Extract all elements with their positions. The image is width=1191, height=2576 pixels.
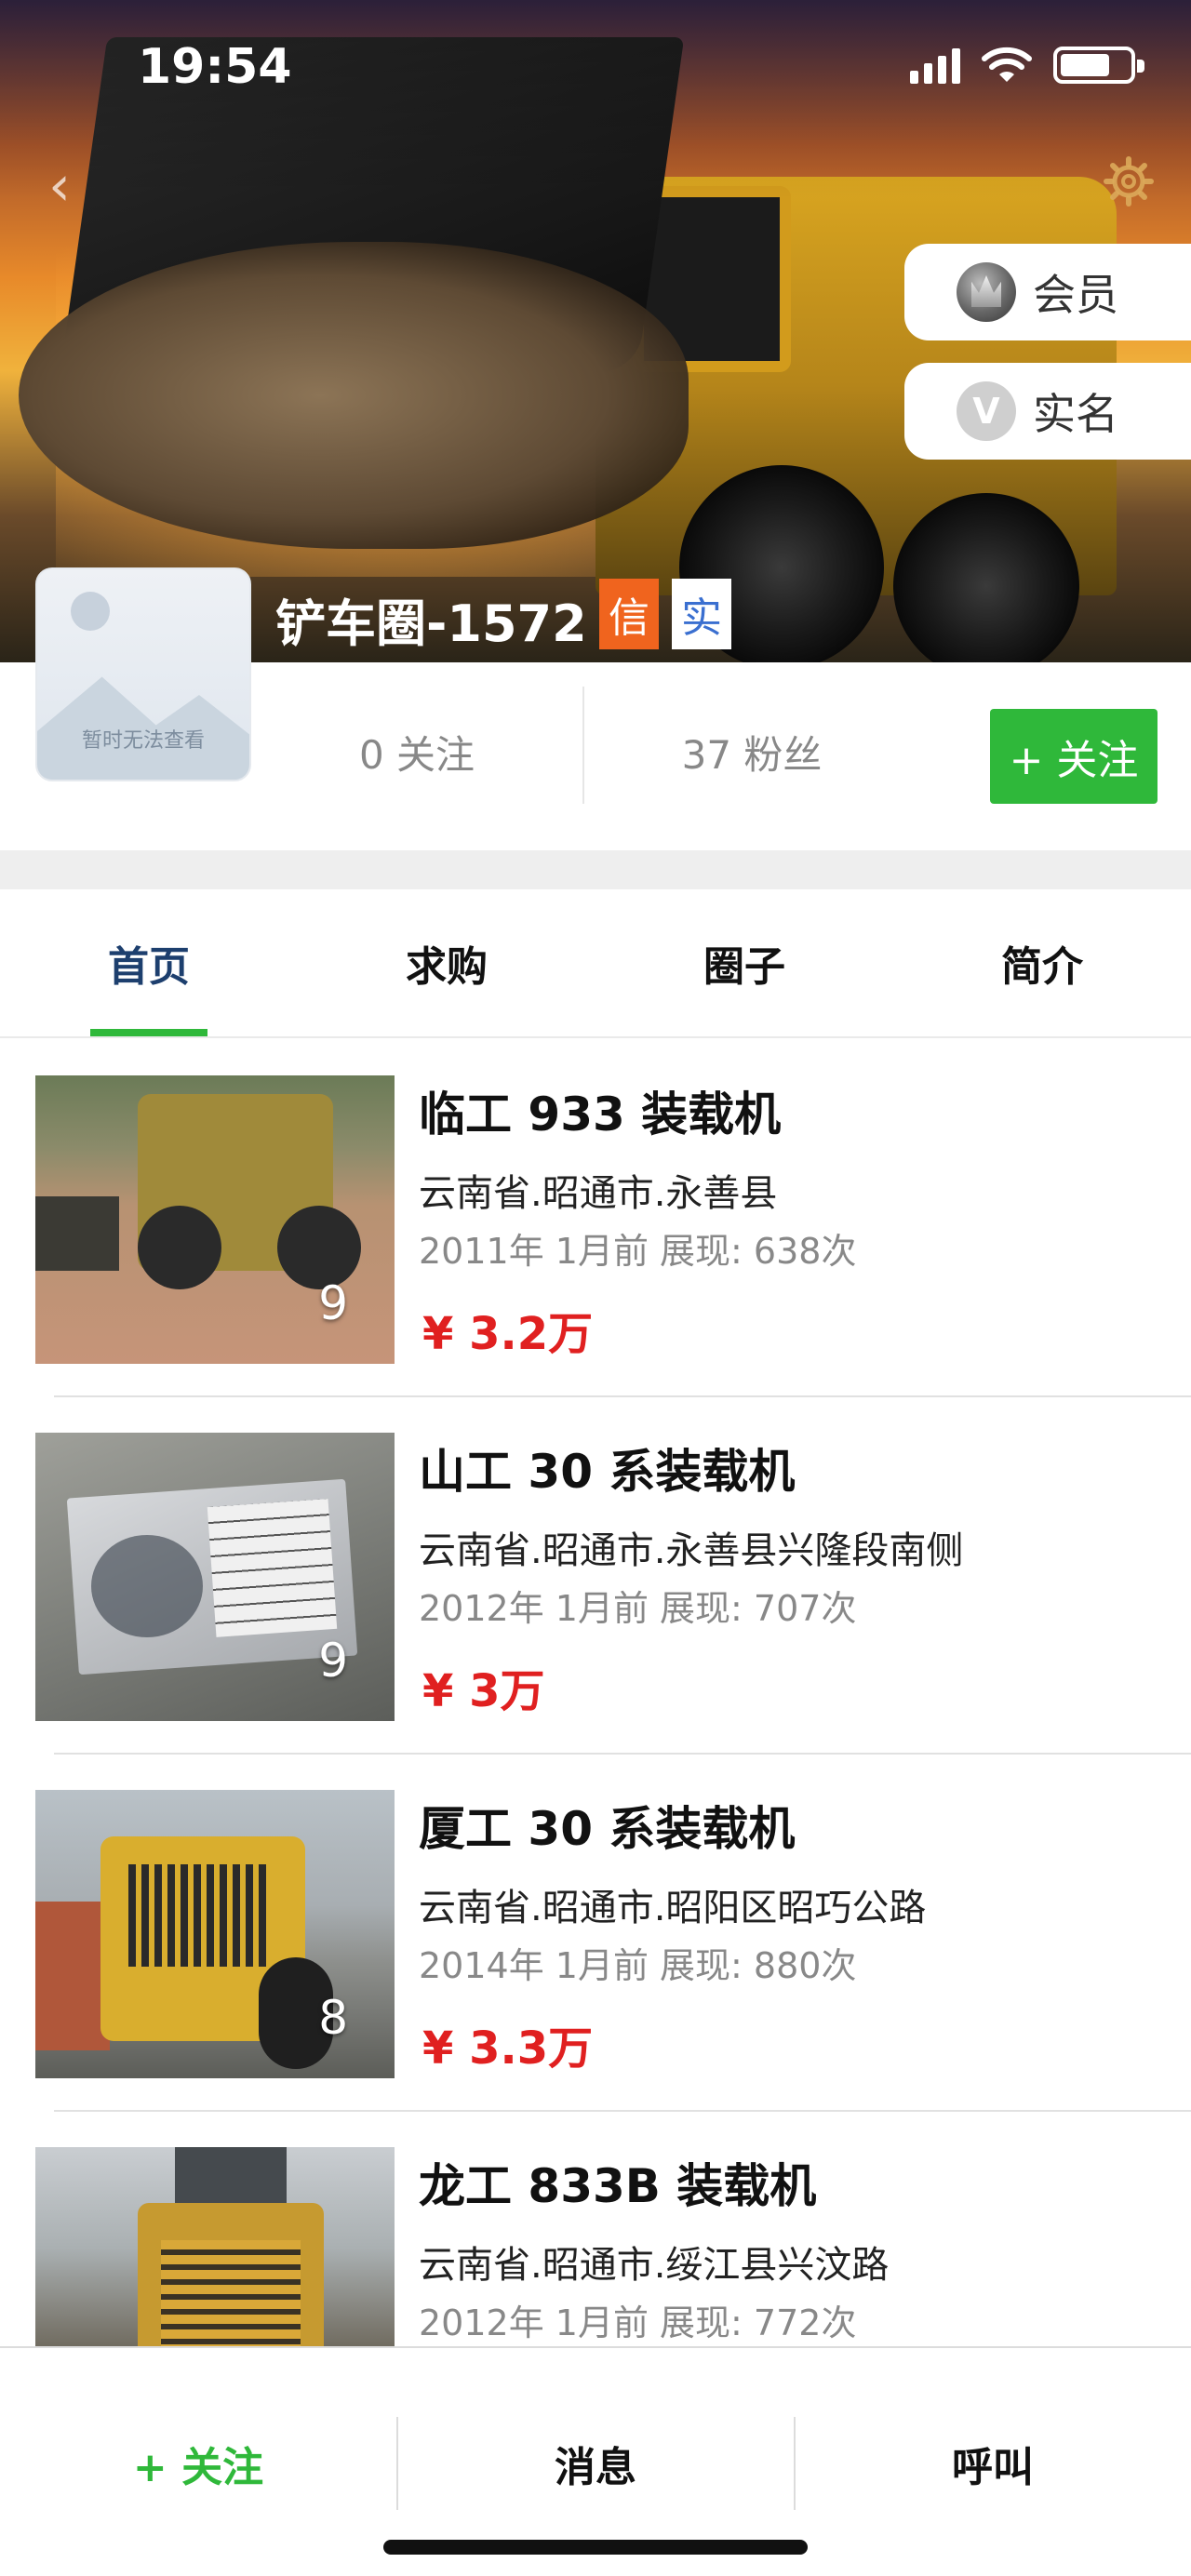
tab-home[interactable]: 首页 bbox=[0, 889, 298, 1036]
listing-meta: 2011年 1月前 展现: 638次 bbox=[419, 1231, 857, 1272]
back-icon[interactable]: ‹ bbox=[48, 158, 89, 214]
status-time: 19:54 bbox=[138, 39, 292, 95]
listing-photo: 8 bbox=[35, 1790, 395, 2078]
wifi-icon bbox=[982, 47, 1032, 82]
follow-button[interactable]: + 关注 bbox=[990, 709, 1158, 804]
message-button[interactable]: 消息 bbox=[397, 2417, 794, 2510]
crown-icon bbox=[957, 262, 1016, 322]
listing-list: 9 临工 933 装载机 云南省.昭通市.永善县 2011年 1月前 展现: 6… bbox=[0, 1040, 1191, 2346]
listing-title: 龙工 833B 装载机 bbox=[419, 2159, 817, 2213]
listing-price: ¥ 3.3万 bbox=[422, 2022, 594, 2075]
battery-icon bbox=[1053, 47, 1144, 84]
credit-badge: 信 bbox=[599, 579, 659, 649]
listing-location: 云南省.昭通市.永善县兴隆段南侧 bbox=[419, 1529, 964, 1572]
listing-title: 厦工 30 系装载机 bbox=[419, 1802, 796, 1856]
listing-meta: 2012年 1月前 展现: 707次 bbox=[419, 1588, 857, 1629]
list-item[interactable]: 8 厦工 30 系装载机 云南省.昭通市.昭阳区昭巧公路 2014年 1月前 展… bbox=[0, 1755, 1191, 2112]
profile-name: 铲车圈-1572 bbox=[275, 594, 587, 653]
listing-price: ¥ 3万 bbox=[422, 1665, 545, 1717]
bottom-follow-button[interactable]: + 关注 bbox=[0, 2417, 396, 2510]
divider bbox=[582, 687, 584, 804]
listing-location: 云南省.昭通市.昭阳区昭巧公路 bbox=[419, 1887, 927, 1929]
signal-icon bbox=[910, 47, 960, 84]
listing-photo: 9 bbox=[35, 1433, 395, 1721]
image-placeholder-icon bbox=[37, 676, 249, 780]
avatar[interactable]: 暂时无法查看 bbox=[35, 567, 251, 781]
avatar-caption: 暂时无法查看 bbox=[81, 729, 205, 753]
call-button[interactable]: 呼叫 bbox=[795, 2417, 1191, 2510]
realname-badge: 实 bbox=[672, 579, 731, 649]
tab-circle[interactable]: 圈子 bbox=[596, 889, 893, 1036]
listing-title: 山工 30 系装载机 bbox=[419, 1445, 796, 1499]
following-count[interactable]: 0 关注 bbox=[296, 724, 538, 781]
photo-count: 8 bbox=[318, 1991, 348, 2045]
realname-button[interactable]: V 实名 bbox=[904, 363, 1191, 460]
photo-count: 9 bbox=[318, 1276, 348, 1330]
tab-wanted[interactable]: 求购 bbox=[298, 889, 596, 1036]
listing-meta: 2014年 1月前 展现: 880次 bbox=[419, 1945, 857, 1986]
listing-title: 临工 933 装载机 bbox=[419, 1088, 782, 1141]
listing-meta: 2012年 1月前 展现: 772次 bbox=[419, 2302, 857, 2343]
section-divider bbox=[0, 850, 1191, 889]
status-icons bbox=[910, 47, 1144, 84]
list-item[interactable]: 9 临工 933 装载机 云南省.昭通市.永善县 2011年 1月前 展现: 6… bbox=[0, 1040, 1191, 1397]
member-label: 会员 bbox=[1033, 270, 1118, 320]
member-button[interactable]: 会员 bbox=[904, 244, 1191, 340]
listing-location: 云南省.昭通市.绥江县兴汶路 bbox=[419, 2244, 890, 2287]
tab-intro[interactable]: 简介 bbox=[893, 889, 1191, 1036]
gear-icon[interactable] bbox=[1104, 156, 1154, 207]
listing-photo bbox=[35, 2147, 395, 2346]
listing-price: ¥ 3.2万 bbox=[422, 1308, 594, 1360]
photo-count: 9 bbox=[318, 1634, 348, 1688]
listing-photo: 9 bbox=[35, 1075, 395, 1364]
realname-label: 实名 bbox=[1033, 389, 1118, 439]
listing-location: 云南省.昭通市.永善县 bbox=[419, 1172, 778, 1215]
list-item[interactable]: 龙工 833B 装载机 云南省.昭通市.绥江县兴汶路 2012年 1月前 展现:… bbox=[0, 2112, 1191, 2346]
list-item[interactable]: 9 山工 30 系装载机 云南省.昭通市.永善县兴隆段南侧 2012年 1月前 … bbox=[0, 1397, 1191, 1755]
home-indicator bbox=[383, 2540, 808, 2555]
tab-bar: 首页 求购 圈子 简介 bbox=[0, 889, 1191, 1038]
verified-v-icon: V bbox=[957, 381, 1016, 441]
fans-count[interactable]: 37 粉丝 bbox=[631, 724, 873, 781]
